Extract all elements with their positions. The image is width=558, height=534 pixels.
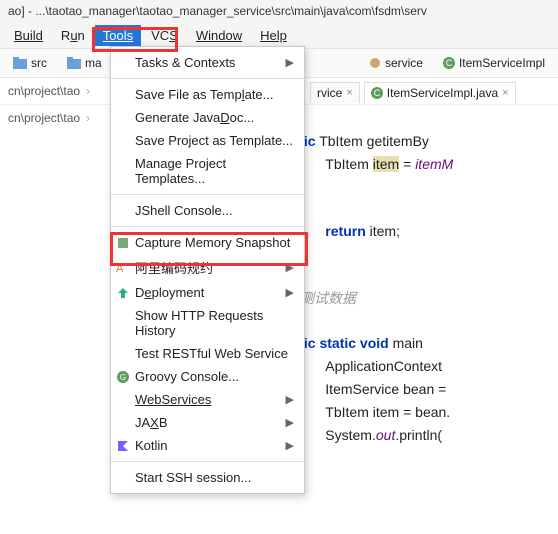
menu-kotlin[interactable]: Kotlin▶ [111,434,304,457]
menu-window[interactable]: Window [188,25,250,46]
nav-src[interactable]: src [6,53,54,73]
close-icon[interactable]: × [346,87,352,99]
svg-text:G: G [120,373,126,382]
menu-test-restful[interactable]: Test RESTful Web Service [111,342,304,365]
chevron-right-icon: ▶ [286,261,294,274]
menu-save-file-template[interactable]: Save File as Template... [111,83,304,106]
nav-service[interactable]: service [362,53,430,73]
menu-jaxb[interactable]: JAXB▶ [111,411,304,434]
menu-manage-project-templates[interactable]: Manage Project Templates... [111,152,304,190]
menu-tools[interactable]: Tools [95,25,141,46]
svg-text:A: A [116,263,124,275]
tab-itemserviceimpl[interactable]: C ItemServiceImpl.java× [364,82,516,103]
menu-run[interactable]: Run [53,25,93,46]
nav-class[interactable]: C ItemServiceImpl [436,53,552,73]
menu-deployment[interactable]: Deployment▶ [111,281,304,304]
folder-icon [13,57,27,69]
menu-build[interactable]: Build [6,25,51,46]
menu-save-project-template[interactable]: Save Project as Template... [111,129,304,152]
chevron-right-icon: ▶ [286,56,294,69]
close-icon[interactable]: × [502,87,508,99]
menu-groovy-console[interactable]: G Groovy Console... [111,365,304,388]
groovy-icon: G [115,369,131,385]
chevron-right-icon: ▶ [286,286,294,299]
window-title: ao] - ...\taotao_manager\taotao_manager_… [0,0,558,22]
menu-tasks-contexts[interactable]: Tasks & Contexts▶ [111,51,304,74]
menu-http-history[interactable]: Show HTTP Requests History [111,304,304,342]
class-icon: C [443,57,455,69]
alibaba-icon: A [115,260,131,276]
separator [111,461,304,462]
menu-jshell[interactable]: JShell Console... [111,199,304,222]
editor-code[interactable]: lic TbItem getitemBy TbItem item = itemM… [300,108,453,447]
separator [111,78,304,79]
folder-icon [67,57,81,69]
editor-tabs: rvice× C ItemServiceImpl.java× [310,82,516,103]
kotlin-icon [115,438,131,454]
breadcrumb-item[interactable]: cn\project\tao [8,84,90,98]
deploy-icon [115,285,131,301]
separator [111,226,304,227]
package-icon [369,57,381,69]
chevron-right-icon: ▶ [286,416,294,429]
memory-icon [115,235,131,251]
tab-rvice[interactable]: rvice× [310,82,360,103]
nav-ma[interactable]: ma [60,53,109,73]
chevron-right-icon: ▶ [286,439,294,452]
menu-generate-javadoc[interactable]: Generate JavaDoc... [111,106,304,129]
class-icon: C [371,87,383,99]
breadcrumb-item[interactable]: cn\project\tao [8,111,90,125]
menu-webservices[interactable]: WebServices▶ [111,388,304,411]
chevron-right-icon: ▶ [286,393,294,406]
svg-text:C: C [446,58,453,68]
menu-vcs[interactable]: VCS [143,25,186,46]
separator [111,194,304,195]
menubar: Build Run Tools VCS Window Help [0,22,558,48]
menu-help[interactable]: Help [252,25,295,46]
svg-text:C: C [374,88,381,98]
menu-ssh-session[interactable]: Start SSH session... [111,466,304,489]
tools-menu: Tasks & Contexts▶ Save File as Template.… [110,46,305,494]
menu-capture-memory[interactable]: Capture Memory Snapshot [111,231,304,254]
menu-alibaba-coding[interactable]: A 阿里编码规约▶ [111,254,304,281]
